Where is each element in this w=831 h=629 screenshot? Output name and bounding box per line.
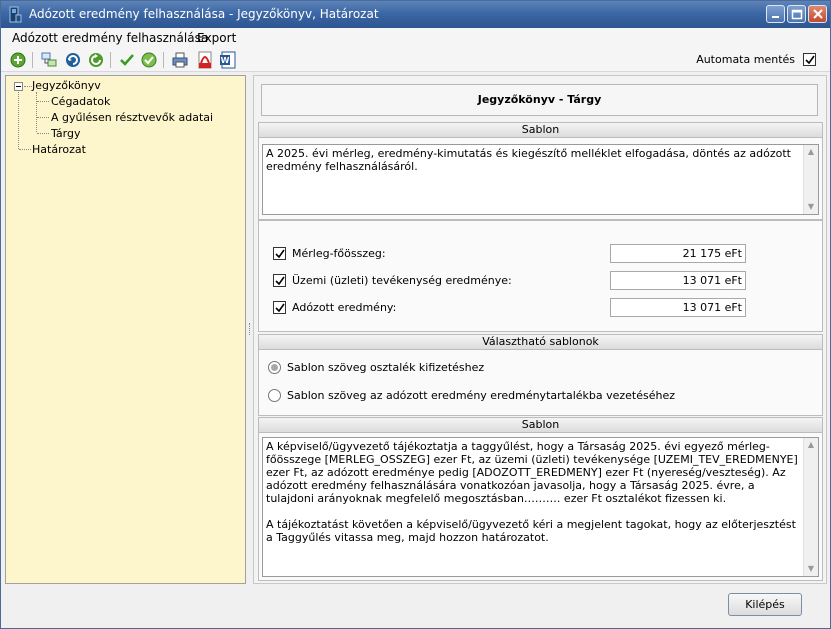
tree-view-icon[interactable]: [40, 51, 58, 69]
menu-export[interactable]: Export: [197, 31, 236, 45]
sablon-header-1: Sablon: [259, 123, 822, 138]
scroll-up-icon[interactable]: ▲: [806, 440, 816, 450]
redo-icon[interactable]: [87, 51, 105, 69]
templates-header: Választható sablonok: [259, 335, 822, 350]
tree-item-targy[interactable]: Tárgy: [51, 127, 80, 140]
field-row-merleg: Mérleg-főösszeg:: [273, 247, 386, 260]
exit-button[interactable]: Kilépés: [728, 593, 802, 616]
print-icon[interactable]: [171, 51, 189, 69]
uzemi-value-field[interactable]: 13 071 eFt: [610, 271, 746, 290]
tree-item-cegadatok[interactable]: Cégadatok: [51, 95, 110, 108]
window-title: Adózott eredmény felhasználása - Jegyzők…: [29, 7, 379, 21]
checkmark-icon: [805, 55, 815, 65]
merleg-checkbox[interactable]: [273, 247, 286, 260]
svg-text:W: W: [221, 56, 230, 65]
tree-collapse-icon[interactable]: [14, 82, 23, 91]
check-icon[interactable]: [118, 51, 136, 69]
close-button[interactable]: [808, 5, 827, 23]
content-panel: Jegyzőkönyv - Tárgy Sablon A 2025. évi m…: [253, 75, 827, 584]
radio-osztalek[interactable]: [268, 361, 281, 374]
refresh-icon[interactable]: [64, 51, 82, 69]
template-option-label: Sablon szöveg az adózott eredmény eredmé…: [287, 389, 676, 402]
template-option-osztalek[interactable]: Sablon szöveg osztalék kifizetéshez: [268, 361, 484, 374]
maximize-icon: [791, 9, 803, 20]
sablon-text-1: A 2025. évi mérleg, eredmény-kimutatás é…: [266, 147, 791, 173]
word-icon[interactable]: W: [219, 51, 237, 69]
check-all-icon[interactable]: [140, 51, 158, 69]
checkmark-icon: [275, 303, 285, 313]
autosave-checkbox[interactable]: [803, 53, 816, 66]
templates-section: Választható sablonok Sablon szöveg oszta…: [258, 334, 823, 416]
autosave-toggle: Automata mentés: [696, 53, 816, 66]
add-icon[interactable]: [9, 51, 27, 69]
maximize-button[interactable]: [787, 5, 806, 23]
scrollbar-1[interactable]: ▲ ▼: [803, 145, 818, 214]
tree-item-resztvevok[interactable]: A gyűlésen résztvevők adatai: [51, 111, 213, 124]
tree-item-jegyzokonyv[interactable]: Jegyzőkönyv: [32, 79, 101, 92]
merleg-value-field[interactable]: 21 175 eFt: [610, 244, 746, 263]
sablon-section-2: Sablon A képviselő/ügyvezető tájékoztatj…: [258, 417, 823, 581]
field-row-adozott: Adózott eredmény:: [273, 301, 396, 314]
navigation-tree: Jegyzőkönyv Cégadatok A gyűlésen résztve…: [5, 75, 246, 584]
sablon-paragraph-1: A képviselő/ügyvezető tájékoztatja a tag…: [266, 440, 798, 505]
scroll-down-icon[interactable]: ▼: [806, 202, 816, 212]
uzemi-label: Üzemi (üzleti) tevékenység eredménye:: [292, 274, 512, 287]
values-section: Mérleg-főösszeg: 21 175 eFt Üzemi (üzlet…: [258, 220, 823, 332]
checkmark-icon: [275, 249, 285, 259]
checkmark-icon: [275, 276, 285, 286]
app-icon: [7, 6, 23, 23]
pdf-icon[interactable]: [196, 51, 214, 69]
adozott-value-field[interactable]: 13 071 eFt: [610, 298, 746, 317]
app-window: Adózott eredmény felhasználása - Jegyzők…: [0, 0, 831, 629]
adozott-label: Adózott eredmény:: [292, 301, 397, 314]
menu-bar: Adózott eredmény felhasználása Export: [1, 28, 830, 48]
sablon-paragraph-2: A tájékoztatást követően a képviselő/ügy…: [266, 518, 796, 544]
page-title: Jegyzőkönyv - Tárgy: [261, 84, 818, 116]
tree-item-hatarozat[interactable]: Határozat: [32, 143, 86, 156]
autosave-label: Automata mentés: [696, 53, 795, 66]
close-icon: [813, 9, 823, 19]
template-option-label: Sablon szöveg osztalék kifizetéshez: [287, 361, 485, 374]
sablon-section-1: Sablon A 2025. évi mérleg, eredmény-kimu…: [258, 122, 823, 220]
field-row-uzemi: Üzemi (üzleti) tevékenység eredménye:: [273, 274, 512, 287]
scrollbar-2[interactable]: ▲ ▼: [803, 438, 818, 576]
scroll-up-icon[interactable]: ▲: [806, 147, 816, 157]
sablon-header-2: Sablon: [259, 418, 822, 433]
adozott-checkbox[interactable]: [273, 301, 286, 314]
radio-eredmenytartalek[interactable]: [268, 389, 281, 402]
minimize-button[interactable]: [766, 5, 785, 23]
title-bar[interactable]: Adózott eredmény felhasználása - Jegyzők…: [1, 1, 830, 28]
toolbar: W Automata mentés: [1, 48, 830, 72]
menu-adozott-eredmeny[interactable]: Adózott eredmény felhasználása: [12, 31, 208, 45]
uzemi-checkbox[interactable]: [273, 274, 286, 287]
scroll-down-icon[interactable]: ▼: [806, 564, 816, 574]
sablon-textarea-2[interactable]: A képviselő/ügyvezető tájékoztatja a tag…: [262, 437, 819, 577]
sablon-textarea-1[interactable]: A 2025. évi mérleg, eredmény-kimutatás é…: [262, 144, 819, 215]
merleg-label: Mérleg-főösszeg:: [292, 247, 386, 260]
template-option-eredmenytartalek[interactable]: Sablon szöveg az adózott eredmény eredmé…: [268, 389, 675, 402]
minimize-icon: [772, 16, 779, 18]
